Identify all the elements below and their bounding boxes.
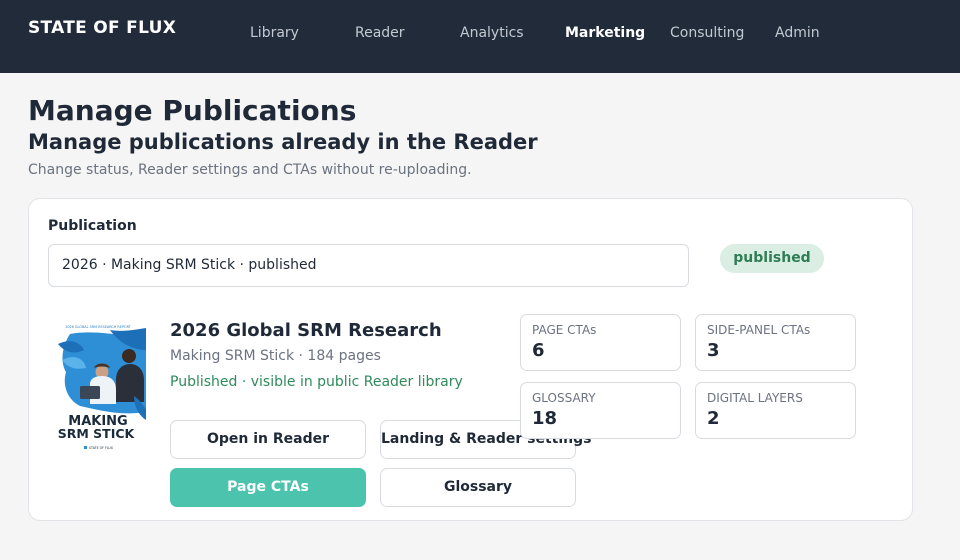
stat-value: 6 <box>532 340 545 361</box>
publication-field-label: Publication <box>48 218 137 234</box>
cover-top-text: 2026 GLOBAL SRM RESEARCH REPORT <box>65 325 132 329</box>
top-navigation-bar: STATE OF FLUX Library Reader Analytics M… <box>0 0 960 73</box>
stat-value: 3 <box>707 340 720 361</box>
nav-item-consulting[interactable]: Consulting <box>670 25 744 41</box>
stat-digital-layers: DIGITAL LAYERS 2 <box>695 382 856 439</box>
page-ctas-button[interactable]: Page CTAs <box>170 468 366 507</box>
publication-meta: Making SRM Stick · 184 pages <box>170 348 381 364</box>
stat-label: PAGE CTAs <box>532 323 597 337</box>
stat-label: GLOSSARY <box>532 391 596 405</box>
stat-value: 18 <box>532 408 558 429</box>
nav-item-marketing[interactable]: Marketing <box>565 25 645 41</box>
glossary-button[interactable]: Glossary <box>380 468 576 507</box>
publication-select[interactable]: 2026 · Making SRM Stick · published <box>48 244 689 287</box>
stat-value: 2 <box>707 408 720 429</box>
stat-label: SIDE-PANEL CTAs <box>707 323 811 337</box>
publication-title: 2026 Global SRM Research <box>170 320 442 341</box>
stat-glossary: GLOSSARY 18 <box>520 382 681 439</box>
stat-label: DIGITAL LAYERS <box>707 391 803 405</box>
stat-page-ctas: PAGE CTAs 6 <box>520 314 681 371</box>
publication-cover-image: 2026 GLOBAL SRM RESEARCH REPORT MAKING S… <box>50 320 146 456</box>
brand-logo[interactable]: STATE OF FLUX <box>28 18 176 38</box>
status-badge: published <box>720 244 824 273</box>
cover-logo-text: STATE OF FLUX <box>89 446 114 450</box>
page-title: Manage Publications <box>28 94 357 127</box>
cover-title-line-2: SRM STICK <box>58 426 136 441</box>
nav-item-analytics[interactable]: Analytics <box>460 25 524 41</box>
page-subtitle: Manage publications already in the Reade… <box>28 130 538 154</box>
nav-item-reader[interactable]: Reader <box>355 25 405 41</box>
stat-side-panel-ctas: SIDE-PANEL CTAs 3 <box>695 314 856 371</box>
nav-item-admin[interactable]: Admin <box>775 25 820 41</box>
publication-status-line: Published · visible in public Reader lib… <box>170 374 463 390</box>
nav-item-library[interactable]: Library <box>250 25 299 41</box>
page-description: Change status, Reader settings and CTAs … <box>28 162 472 178</box>
open-in-reader-button[interactable]: Open in Reader <box>170 420 366 459</box>
